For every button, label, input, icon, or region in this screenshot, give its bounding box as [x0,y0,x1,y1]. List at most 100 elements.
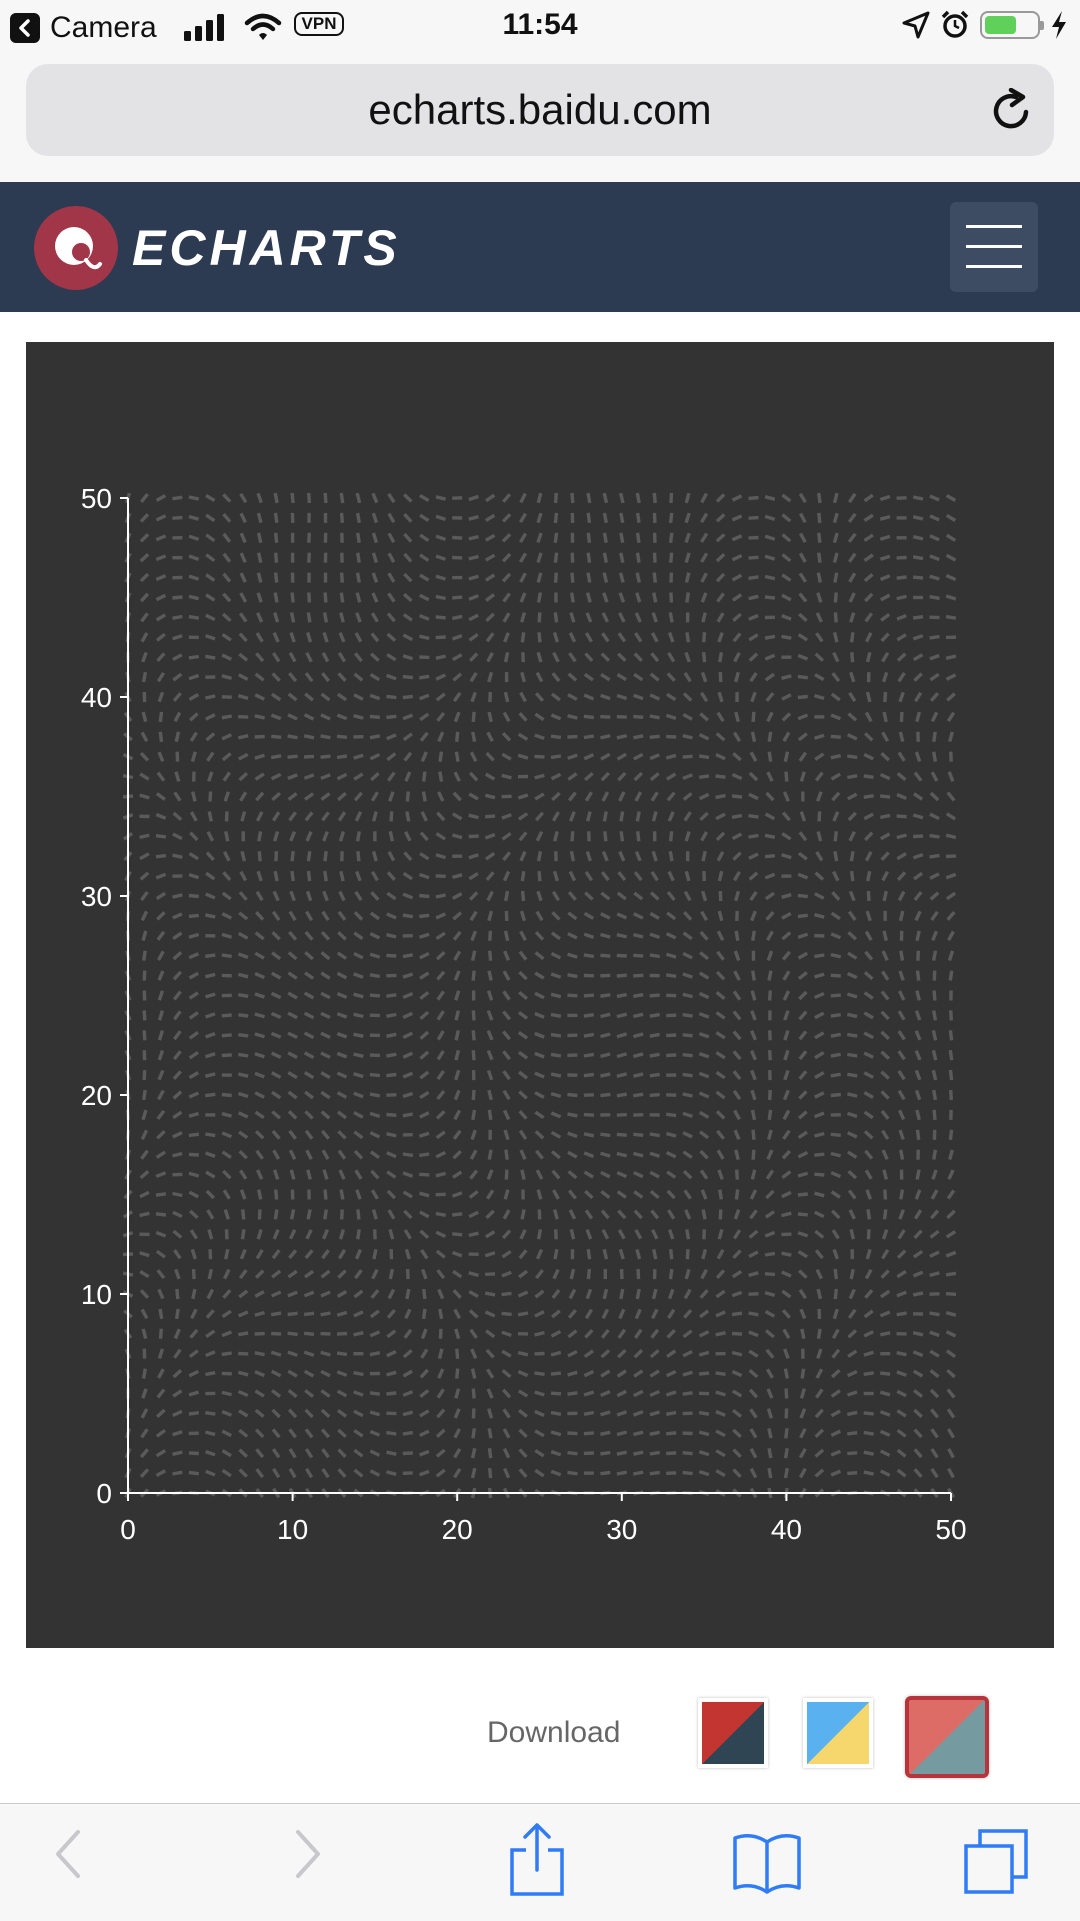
vector-mark [522,632,523,642]
vector-mark [819,513,820,523]
vector-mark [157,893,165,898]
vector-mark [141,1469,148,1476]
vector-mark [503,733,510,740]
vector-mark [932,1449,938,1457]
vector-mark [883,653,888,662]
vector-mark [782,895,792,898]
vector-mark [683,954,692,958]
vector-mark [272,1092,280,1098]
vector-mark [668,793,675,801]
vector-mark [288,1033,297,1037]
theme-light-swatch[interactable] [803,1698,873,1768]
vector-mark [851,1229,853,1239]
vector-mark [750,1370,758,1377]
vector-mark [633,935,643,937]
vector-mark [205,1094,215,1095]
vector-mark [357,871,360,880]
theme-dark-swatch[interactable] [905,1696,989,1778]
vector-mark [258,613,262,622]
vector-mark [455,1310,460,1319]
vector-mark [486,1232,495,1237]
vector-mark [323,1250,329,1258]
bookmarks-icon[interactable] [732,1832,802,1894]
vector-mark [276,1190,277,1200]
vector-mark [272,1053,281,1057]
vector-mark [272,694,280,700]
vector-mark [519,992,527,998]
vector-mark [305,1390,313,1396]
vector-mark [337,1053,346,1057]
vector-mark [897,1372,906,1375]
vector-mark [686,1269,689,1279]
vector-mark [650,1095,660,1096]
vector-mark [634,1192,642,1198]
vector-mark [222,914,231,918]
vector-mark [535,714,543,720]
vector-mark [851,672,854,682]
vector-mark [783,813,789,821]
vector-mark [438,991,444,999]
share-icon[interactable] [508,1822,566,1898]
vector-mark [832,1192,840,1198]
vector-mark [272,1271,280,1277]
vector-mark [370,1113,380,1116]
vector-mark [206,894,215,898]
echarts-logo[interactable]: ECHARTS [34,206,401,290]
vector-mark [767,1170,773,1178]
vector-mark [949,1449,954,1458]
vector-mark [223,893,231,899]
vector-mark [438,972,445,980]
back-icon[interactable] [50,1824,86,1884]
vector-mark [141,534,148,541]
vector-mark [897,1411,905,1416]
vector-mark [832,694,840,700]
vector-mark [190,833,197,840]
vector-mark [588,553,589,563]
vector-mark [666,1433,676,1434]
vector-mark [897,596,907,598]
vector-mark [638,553,640,563]
forward-icon[interactable] [290,1824,326,1884]
vector-mark [354,1054,364,1056]
vector-mark [486,575,494,580]
vector-mark [847,776,857,778]
vector-mark [933,1030,935,1040]
vector-mark [552,1311,560,1317]
vector-mark [305,715,314,719]
vector-mark [735,872,740,881]
hamburger-menu-button[interactable] [950,202,1038,292]
vector-mark [950,951,953,961]
vector-mark [436,1153,445,1157]
vector-mark [387,1034,397,1036]
vector-mark [765,874,774,878]
vector-mark [604,593,607,602]
tabs-icon[interactable] [962,1828,1030,1896]
vector-mark [618,675,627,680]
vector-mark [387,935,397,937]
vector-mark [205,975,215,977]
vector-mark [601,1034,611,1036]
vector-mark [189,1114,199,1117]
logo-text: ECHARTS [132,219,401,277]
vector-mark [850,593,854,602]
reload-icon[interactable] [990,88,1034,134]
vector-mark [568,934,577,938]
vector-mark [588,1269,589,1279]
vector-mark [338,694,346,700]
vector-mark [436,895,446,897]
vector-mark [239,1291,247,1297]
address-bar[interactable]: echarts.baidu.com [26,64,1054,156]
vector-mark [405,853,412,860]
theme-default-swatch[interactable] [698,1698,768,1768]
vector-mark [717,992,725,998]
vector-mark [354,774,362,779]
vector-mark [947,1370,954,1377]
vector-mark [535,1431,544,1436]
vector-mark [552,694,560,700]
vector-mark [914,873,922,879]
vector-mark [899,1051,905,1059]
vector-mark [473,1448,475,1458]
vector-mark [206,1034,215,1037]
vector-mark [814,1174,824,1175]
vector-mark [765,497,775,500]
